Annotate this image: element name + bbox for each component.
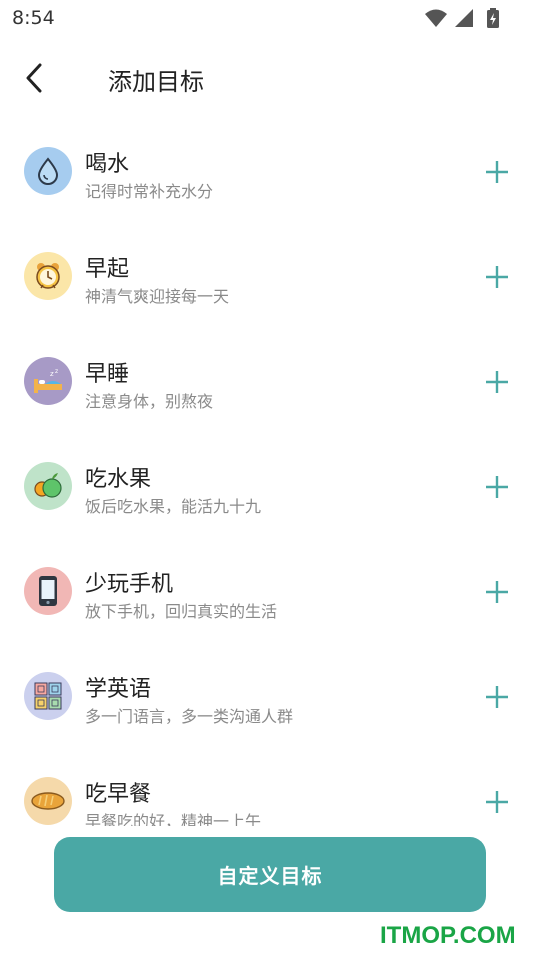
plus-icon xyxy=(486,581,508,603)
goal-desc: 神清气爽迎接每一天 xyxy=(85,287,230,306)
add-goal-button[interactable] xyxy=(478,573,516,611)
plus-icon xyxy=(486,161,508,183)
plus-icon xyxy=(486,476,508,498)
goal-item-early-rise[interactable]: 早起 神清气爽迎接每一天 xyxy=(0,225,540,330)
fruit-icon xyxy=(24,462,72,510)
goal-desc: 饭后吃水果，能活九十九 xyxy=(85,497,262,516)
goal-item-english[interactable]: 学英语 多一门语言，多一类沟通人群 xyxy=(0,645,540,750)
goal-name: 早睡 xyxy=(85,362,130,387)
goal-desc: 记得时常补充水分 xyxy=(85,182,214,201)
svg-text:z: z xyxy=(50,370,54,378)
wifi-icon xyxy=(425,9,447,27)
status-time: 8:54 xyxy=(12,7,55,29)
plus-icon xyxy=(486,686,508,708)
watermark: ITMOP.COM xyxy=(380,922,516,949)
goal-name: 吃早餐 xyxy=(85,782,152,807)
plus-icon xyxy=(486,266,508,288)
goal-desc: 放下手机，回归真实的生活 xyxy=(85,602,278,621)
add-goal-button[interactable] xyxy=(478,363,516,401)
page-title: 添加目标 xyxy=(108,68,204,96)
goal-item-fruit[interactable]: 吃水果 饭后吃水果，能活九十九 xyxy=(0,435,540,540)
goal-desc: 早餐吃的好，精神一上午 xyxy=(85,812,262,826)
custom-goal-button[interactable]: 自定义目标 xyxy=(54,837,486,912)
battery-icon xyxy=(487,8,499,28)
phone-icon xyxy=(24,567,72,615)
goal-name: 喝水 xyxy=(85,152,130,177)
goal-desc: 多一门语言，多一类沟通人群 xyxy=(85,707,294,726)
goal-item-water[interactable]: 喝水 记得时常补充水分 xyxy=(0,120,540,225)
bread-icon xyxy=(24,777,72,825)
water-drop-icon xyxy=(24,147,72,195)
goal-name: 学英语 xyxy=(85,677,152,702)
status-bar: 8:54 xyxy=(0,0,540,36)
plus-icon xyxy=(486,371,508,393)
add-goal-button[interactable] xyxy=(478,678,516,716)
header: 添加目标 xyxy=(0,50,540,106)
back-button[interactable] xyxy=(14,58,54,98)
abc-blocks-icon xyxy=(24,672,72,720)
plus-icon xyxy=(486,791,508,813)
goal-item-early-sleep[interactable]: z z 早睡 注意身体，别熬夜 xyxy=(0,330,540,435)
sleep-bed-icon: z z xyxy=(24,357,72,405)
svg-text:z: z xyxy=(55,368,58,375)
chevron-left-icon xyxy=(26,63,42,93)
add-goal-button[interactable] xyxy=(478,258,516,296)
goal-name: 早起 xyxy=(85,257,130,282)
add-goal-button[interactable] xyxy=(478,783,516,821)
add-goal-button[interactable] xyxy=(478,468,516,506)
goal-list[interactable]: 喝水 记得时常补充水分 早起 神清气爽迎接每一天 z z 早睡 注意身体，别熬夜… xyxy=(0,120,540,826)
goal-name: 少玩手机 xyxy=(85,572,174,597)
goal-desc: 注意身体，别熬夜 xyxy=(85,392,214,411)
signal-icon xyxy=(455,9,473,27)
alarm-clock-icon xyxy=(24,252,72,300)
add-goal-button[interactable] xyxy=(478,153,516,191)
goal-name: 吃水果 xyxy=(85,467,152,492)
goal-item-less-phone[interactable]: 少玩手机 放下手机，回归真实的生活 xyxy=(0,540,540,645)
goal-item-breakfast[interactable]: 吃早餐 早餐吃的好，精神一上午 xyxy=(0,750,540,826)
